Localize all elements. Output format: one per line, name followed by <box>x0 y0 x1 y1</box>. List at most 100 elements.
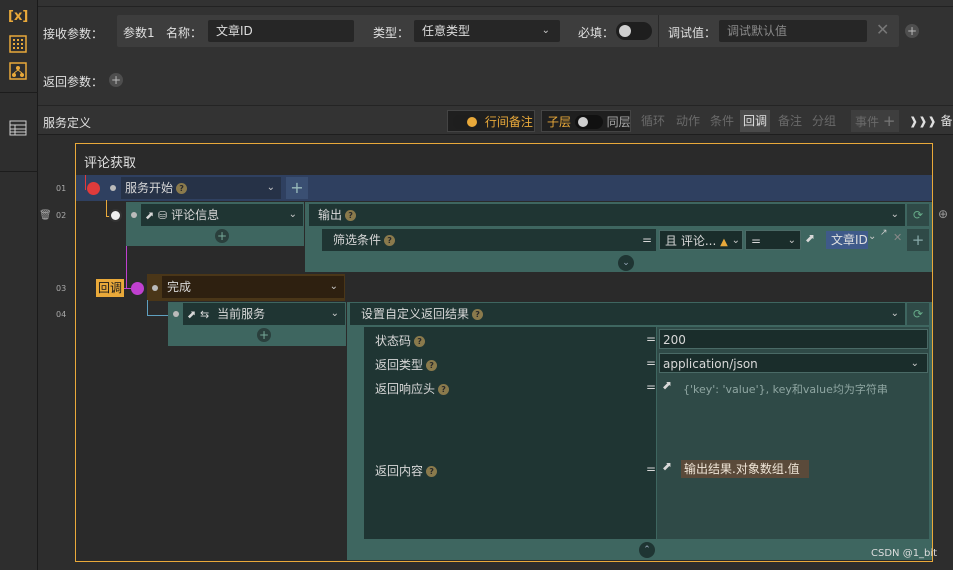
close-icon[interactable]: ✕ <box>876 20 889 39</box>
name-label: 名称： <box>166 26 203 40</box>
current-service-select[interactable]: ⬈ ⇆ 当前服务 ⌄ <box>183 303 345 325</box>
equals-sign: = <box>646 462 657 476</box>
required-label: 必填： <box>578 26 615 40</box>
note-button[interactable]: 备注 <box>778 110 802 132</box>
table-icon[interactable] <box>8 120 28 140</box>
loop-button[interactable]: 循环 <box>641 110 665 132</box>
event-label: 事件 <box>855 115 880 129</box>
status-code-input[interactable]: 200 <box>659 329 928 349</box>
name-field[interactable]: 文章ID <box>208 20 354 42</box>
collapse-icon: ❱❱❱ <box>909 115 937 128</box>
service-start-select[interactable]: 服务开始? ⌄ <box>121 177 281 199</box>
flow-title: 评论获取 <box>84 156 137 171</box>
chevron-down-icon: ⌄ <box>266 182 275 193</box>
callback-node[interactable] <box>131 282 144 295</box>
start-node[interactable] <box>87 182 100 195</box>
filter-value-tag[interactable]: 文章ID <box>826 231 868 249</box>
swap-icon: ⇆ <box>200 308 210 321</box>
variable-icon[interactable]: [x] <box>8 7 28 27</box>
param-card: 参数1 名称： 文章ID 类型： 任意类型 ⌄ 必填： 调试值： 调试默认值 ✕ <box>117 15 899 47</box>
line-number: 03 <box>56 284 67 293</box>
cursor-icon: ⬈ <box>145 209 155 222</box>
set-return-select[interactable]: 设置自定义返回结果? ⌄ <box>350 303 905 325</box>
filter-field-value: 评论... <box>680 234 717 248</box>
collapse-icon[interactable]: ⌄ <box>618 255 634 271</box>
callback-button[interactable]: 回调 <box>740 110 771 132</box>
return-content-tag[interactable]: 输出结果.对象数组.值 <box>681 460 809 478</box>
help-icon: ? <box>384 235 396 246</box>
backup-label: 备注 <box>940 114 953 128</box>
output-select[interactable]: 输出? ⌄ <box>309 204 905 226</box>
layer-toggle[interactable]: 子层 同层 <box>541 110 631 132</box>
branch-node[interactable] <box>109 209 122 222</box>
group-button[interactable]: 分组 <box>812 110 836 132</box>
help-icon: ? <box>472 309 484 320</box>
trash-icon[interactable]: 🗑 <box>39 210 52 221</box>
filter-op-select[interactable]: = ⌄ <box>745 230 801 250</box>
return-type-label: 返回类型? <box>375 356 438 373</box>
line-number: 02 <box>56 211 67 220</box>
return-header-input[interactable]: {'key': 'value'}, key和value均为字符串 <box>683 381 888 397</box>
add-filter-button[interactable]: + <box>907 229 929 251</box>
debug-value-input[interactable]: 调试默认值 <box>719 20 867 42</box>
add-return-param-button[interactable]: + <box>109 73 123 87</box>
comment-info-select[interactable]: ⬈ ⛁ 评论信息 ⌄ <box>141 204 303 226</box>
return-content-label: 返回内容? <box>375 462 438 479</box>
status-code-label: 状态码? <box>375 332 426 349</box>
filter-field-select[interactable]: 且 评论... ▲ ⌄ <box>659 230 743 250</box>
action-button[interactable]: 动作 <box>676 110 700 132</box>
same-layer-label: 同层 <box>606 115 631 129</box>
filter-op-value: = <box>751 234 762 248</box>
event-button[interactable]: 事件 + <box>851 110 899 132</box>
left-toolbar: [x] <box>0 0 38 570</box>
database-icon: ⛁ <box>158 209 168 222</box>
chevron-down-icon: ⌄ <box>890 209 899 220</box>
close-icon[interactable]: ✕ <box>893 231 902 244</box>
cursor-icon: ⬈ <box>187 308 197 321</box>
condition-button[interactable]: 条件 <box>710 110 734 132</box>
equals-sign: = <box>646 332 657 346</box>
help-icon: ? <box>176 183 188 194</box>
equals-sign: = <box>646 380 657 394</box>
target-icon[interactable]: ⊕ <box>938 207 948 221</box>
add-child-button[interactable]: + <box>257 328 271 342</box>
return-type-select[interactable]: application/json ⌄ <box>659 353 928 373</box>
filter-row: 筛选条件? = <box>322 229 656 251</box>
return-params-label: 返回参数： <box>43 75 104 89</box>
warning-icon: ▲ <box>720 237 728 248</box>
backup-button[interactable]: ❱❱❱ 备注 <box>909 110 953 132</box>
chevron-down-icon: ⌄ <box>890 308 899 319</box>
output-label: 输出 <box>318 208 343 222</box>
expand-icon[interactable]: ↗ <box>880 228 888 238</box>
cursor-icon[interactable]: ⬈ <box>662 459 672 473</box>
add-node-button[interactable]: + <box>286 177 308 199</box>
chevron-down-icon: ⌄ <box>910 358 919 369</box>
collapse-icon[interactable]: ⌃ <box>639 542 655 558</box>
chevron-down-icon: ⌄ <box>329 281 338 292</box>
cursor-icon[interactable]: ⬈ <box>662 378 672 392</box>
complete-select[interactable]: 完成 ⌄ <box>162 276 344 298</box>
comment-info-label: 评论信息 <box>171 208 220 222</box>
required-toggle[interactable] <box>616 22 652 40</box>
add-child-button[interactable]: + <box>215 229 229 243</box>
inline-note-toggle[interactable]: 行间备注 <box>447 110 535 132</box>
tree-icon[interactable] <box>8 62 28 82</box>
type-label: 类型： <box>373 26 410 40</box>
receive-params-label: 接收参数： <box>43 27 104 41</box>
help-icon: ? <box>345 210 357 221</box>
chevron-down-icon: ⌄ <box>330 308 339 319</box>
return-type-value: application/json <box>663 357 758 371</box>
refresh-icon[interactable]: ⟳ <box>907 204 929 226</box>
and-label: 且 <box>665 234 678 248</box>
add-param-button[interactable]: + <box>905 24 919 38</box>
grid-icon[interactable] <box>8 35 28 55</box>
chevron-down-icon[interactable]: ⌄ <box>868 231 876 242</box>
cursor-icon[interactable]: ⬈ <box>805 231 815 245</box>
debug-label: 调试值： <box>668 26 717 40</box>
plus-icon: + <box>882 112 896 130</box>
type-select[interactable]: 任意类型 ⌄ <box>414 20 560 42</box>
chevron-down-icon: ⌄ <box>288 209 297 220</box>
service-toolbar: 服务定义 行间备注 子层 同层 循环 动作 条件 回调 备注 分组 事件 + ❱… <box>38 105 953 135</box>
refresh-icon[interactable]: ⟳ <box>907 303 929 325</box>
inline-note-label: 行间备注 <box>484 115 533 129</box>
